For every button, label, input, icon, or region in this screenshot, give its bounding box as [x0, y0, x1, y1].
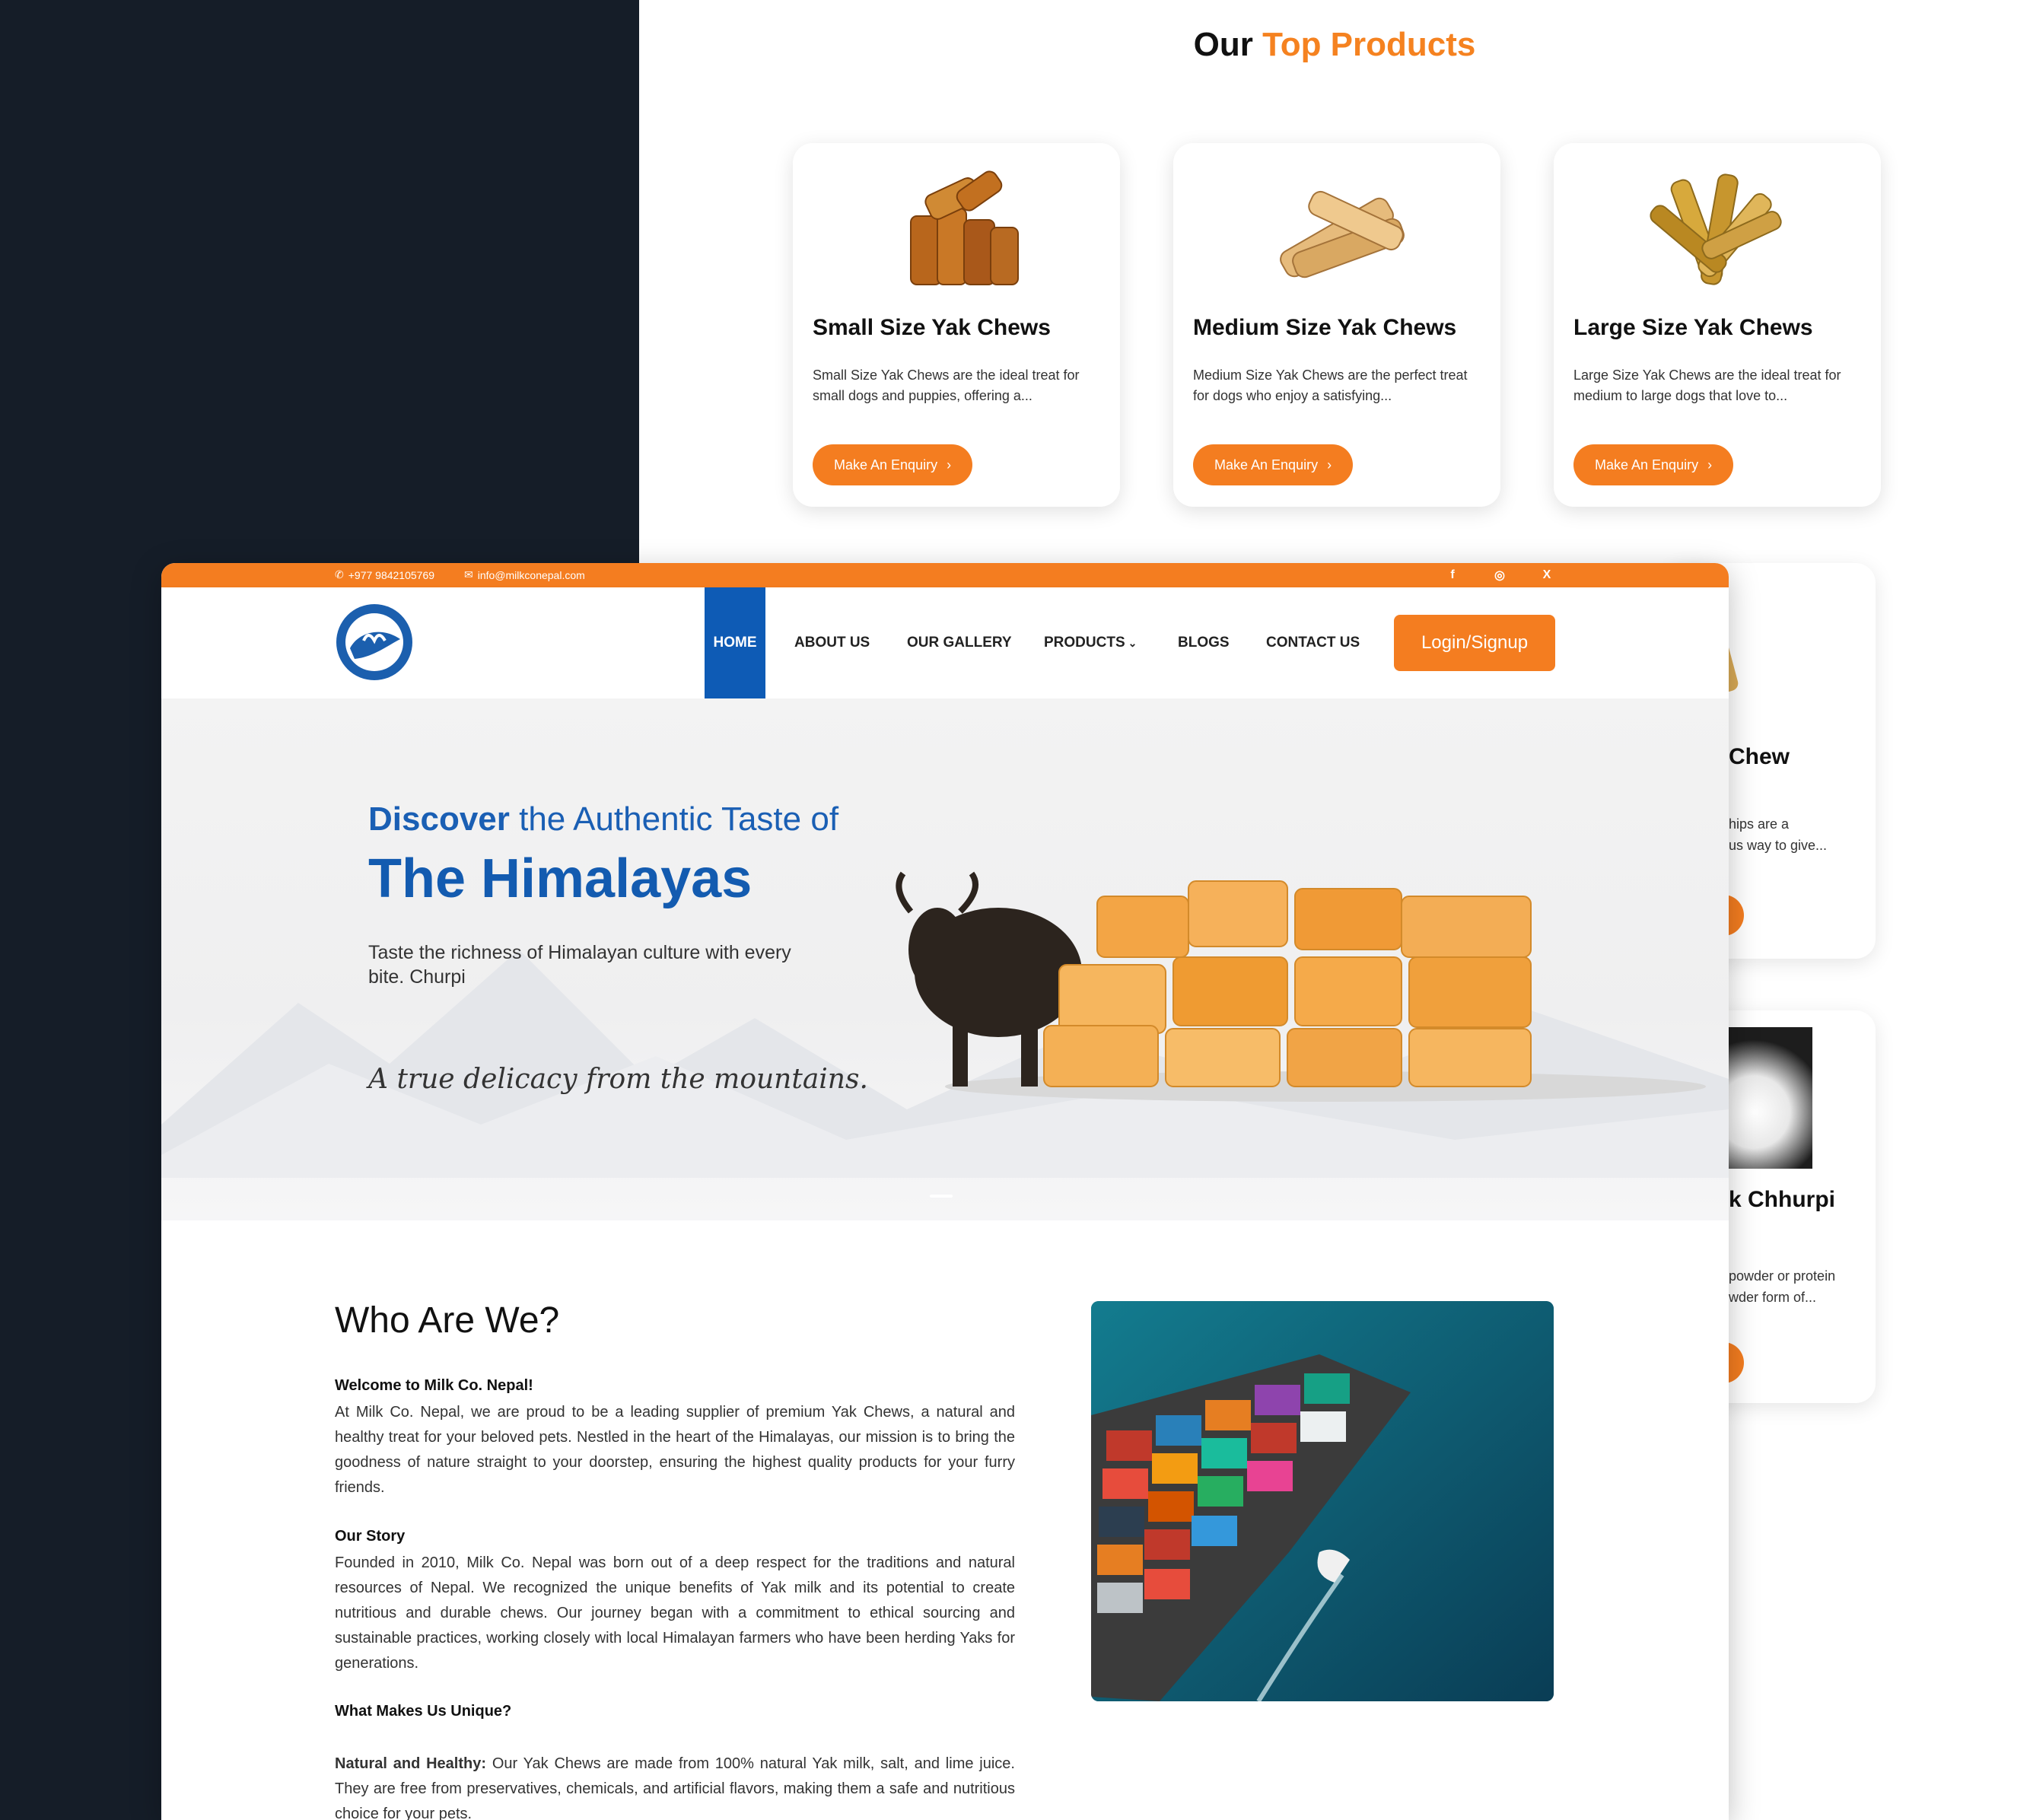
nav-about-us[interactable]: ABOUT US	[794, 587, 870, 698]
chevron-right-icon: ›	[1707, 457, 1713, 473]
nav-our-gallery[interactable]: OUR GALLERY	[907, 587, 1012, 698]
product-name: Medium Size Yak Chews	[1193, 315, 1457, 340]
product-description-line: wder form of...	[1729, 1290, 1817, 1305]
chevron-right-icon: ›	[947, 457, 952, 473]
product-description: Large Size Yak Chews are the ideal treat…	[1573, 368, 1841, 403]
unique-heading: What Makes Us Unique?	[335, 1703, 512, 1720]
product-description-line: powder or protein	[1729, 1268, 1836, 1284]
nav-home[interactable]: HOME	[705, 587, 765, 698]
chevron-right-icon: ›	[1327, 457, 1332, 473]
mail-icon: ✉	[464, 568, 473, 581]
x-icon[interactable]: X	[1538, 567, 1555, 584]
our-story-heading: Our Story	[335, 1528, 406, 1545]
login-signup-button[interactable]: Login/Signup	[1394, 615, 1555, 671]
hero-script-text: A true delicacy from the mountains.	[368, 1064, 868, 1095]
phone-contact[interactable]: ✆ +977 9842105769	[335, 568, 434, 581]
hero-banner: Discover the Authentic Taste of The Hima…	[161, 698, 1729, 1220]
product-description-line: us way to give...	[1729, 838, 1828, 853]
natural-healthy-paragraph: Natural and Healthy: Our Yak Chews are m…	[335, 1755, 1015, 1820]
yak-and-churpi-image	[896, 871, 1706, 1102]
milk-co-logo[interactable]	[335, 603, 414, 682]
product-card-large[interactable]: Large Size Yak Chews Large Size Yak Chew…	[1554, 143, 1881, 507]
cargo-ship-image	[1091, 1301, 1554, 1701]
hero-heading-line2: The Himalayas	[368, 848, 752, 909]
section-title: Who Are We?	[335, 1300, 560, 1341]
phone-icon: ✆	[335, 568, 344, 581]
welcome-heading: Welcome to Milk Co. Nepal!	[335, 1377, 533, 1394]
nav-contact-us[interactable]: CONTACT US	[1266, 587, 1360, 698]
product-description: Medium Size Yak Chews are the perfect tr…	[1193, 368, 1468, 403]
intro-paragraph: At Milk Co. Nepal, we are proud to be a …	[335, 1404, 1015, 1496]
product-description: Small Size Yak Chews are the ideal treat…	[813, 368, 1080, 403]
make-enquiry-button[interactable]: Make An Enquiry ›	[1573, 444, 1734, 485]
large-yak-chews-image	[1650, 173, 1782, 285]
carousel-indicator[interactable]	[930, 1195, 953, 1198]
email-contact[interactable]: ✉ info@milkconepal.com	[464, 568, 585, 581]
product-name: Chew	[1729, 744, 1790, 769]
nav-blogs[interactable]: BLOGS	[1178, 587, 1230, 698]
facebook-icon[interactable]: f	[1444, 567, 1461, 584]
chhurpi-powder-image	[1729, 1027, 1812, 1169]
nav-products[interactable]: PRODUCTS ⌄	[1044, 587, 1137, 698]
chevron-down-icon: ⌄	[1128, 636, 1138, 649]
top-contact-bar: ✆ +977 9842105769 ✉ info@milkconepal.com…	[161, 563, 1729, 587]
story-paragraph: Founded in 2010, Milk Co. Nepal was born…	[335, 1554, 1015, 1672]
instagram-icon[interactable]: ◎	[1491, 567, 1508, 584]
product-name: k Chhurpi	[1729, 1187, 1835, 1212]
make-enquiry-button[interactable]: Make An Enquiry ›	[813, 444, 973, 485]
who-are-we-section: Who Are We? Welcome to Milk Co. Nepal! A…	[161, 1220, 1729, 1820]
product-description-line: hips are a	[1729, 816, 1790, 832]
top-products-title: Our Top Products	[1193, 26, 1476, 63]
product-card-small[interactable]: Small Size Yak Chews Small Size Yak Chew…	[793, 143, 1120, 507]
medium-yak-chews-image	[1280, 190, 1405, 278]
main-navbar: HOME ABOUT US OUR GALLERY PRODUCTS ⌄ BLO…	[161, 587, 1729, 698]
website-window: ✆ +977 9842105769 ✉ info@milkconepal.com…	[161, 563, 1729, 1820]
product-name: Large Size Yak Chews	[1573, 315, 1813, 340]
product-card-medium[interactable]: Medium Size Yak Chews Medium Size Yak Ch…	[1173, 143, 1500, 507]
hero-tagline: Taste the richness of Himalayan culture …	[368, 942, 791, 988]
make-enquiry-button[interactable]: Make An Enquiry ›	[1193, 444, 1354, 485]
hero-heading-line1: Discover the Authentic Taste of	[368, 800, 839, 838]
small-yak-chews-image	[910, 170, 1019, 285]
product-name: Small Size Yak Chews	[813, 315, 1051, 340]
